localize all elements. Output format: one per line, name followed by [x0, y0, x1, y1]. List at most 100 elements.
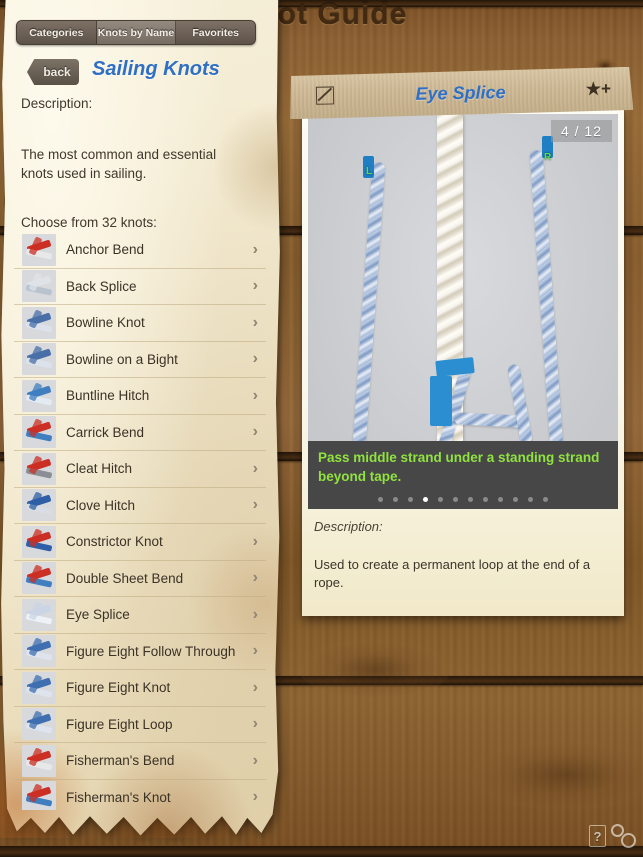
chevron-right-icon: › [252, 715, 258, 733]
chevron-right-icon: › [252, 386, 258, 404]
knot-thumbnail [22, 489, 56, 522]
knot-list-item[interactable]: Cleat Hitch › [14, 451, 266, 488]
knot-name-label: Clove Hitch [66, 497, 136, 513]
chevron-right-icon: › [252, 605, 258, 623]
knot-list-item[interactable]: Figure Eight Knot › [14, 670, 266, 707]
knot-thumbnail [22, 525, 56, 558]
knot-name-label: Constrictor Knot [66, 534, 163, 550]
chevron-right-icon: › [252, 496, 258, 514]
page-dot[interactable] [438, 497, 443, 502]
knot-thumbnail [22, 781, 56, 810]
chevron-right-icon: › [252, 313, 258, 331]
knot-name-label: Anchor Bend [66, 242, 145, 258]
chevron-right-icon: › [252, 423, 258, 441]
knot-thumbnail [22, 671, 56, 704]
page-dot[interactable] [483, 497, 488, 502]
knot-list-item[interactable]: Fisherman's Bend › [14, 743, 266, 780]
knot-list-item[interactable]: Constrictor Knot › [14, 524, 266, 561]
page-dot[interactable] [423, 497, 428, 502]
tab-knots-by-name[interactable]: Knots by Name [96, 21, 177, 44]
knot-step-photo[interactable]: L R 4 / 12 [308, 114, 618, 494]
page-title: Sailing Knots [92, 58, 220, 80]
knot-thumbnail [22, 270, 56, 303]
knot-name-label: Bowline on a Bight [66, 351, 178, 367]
knot-thumbnail [22, 306, 56, 339]
help-button[interactable]: ? [589, 825, 606, 847]
knot-name-label: Figure Eight Follow Through [66, 643, 236, 659]
knot-list-item[interactable]: Eye Splice › [14, 597, 266, 634]
knot-name-label: Eye Splice [66, 607, 130, 623]
knot-thumbnail [22, 416, 56, 449]
knot-name-label: Buntline Hitch [66, 388, 150, 404]
knot-list-item[interactable]: Back Splice › [14, 269, 266, 305]
knot-list-item[interactable]: Carrick Bend › [14, 415, 266, 451]
step-caption-bar: Pass middle strand under a standing stra… [308, 441, 618, 509]
tab-categories[interactable]: Categories [17, 21, 97, 44]
knot-list-item[interactable]: Double Sheet Bend › [14, 561, 266, 597]
knot-name-label: Figure Eight Loop [66, 716, 173, 732]
page-dot[interactable] [378, 497, 383, 502]
chevron-right-icon: › [252, 751, 258, 769]
page-dot[interactable] [498, 497, 503, 502]
chevron-right-icon: › [252, 459, 258, 477]
categories-panel: Categories Knots by Name Favorites back … [0, 0, 281, 838]
knot-list-item[interactable]: Bowline on a Bight › [14, 342, 266, 378]
knot-thumbnail [22, 233, 56, 266]
knot-list-item[interactable]: Figure Eight Follow Through › [14, 634, 266, 670]
loop-strand-right [507, 363, 533, 445]
step-counter-badge: 4 / 12 [550, 120, 612, 142]
knot-thumbnail [22, 598, 56, 631]
left-strand [351, 161, 386, 463]
page-dot[interactable] [453, 497, 458, 502]
tab-favorites[interactable]: Favorites [176, 21, 255, 44]
knot-thumbnail [22, 379, 56, 412]
knot-name-label: Cleat Hitch [66, 461, 133, 477]
page-dot[interactable] [513, 497, 518, 502]
chevron-right-icon: › [252, 240, 258, 258]
description-label: Description: [21, 96, 93, 111]
knot-thumbnail [22, 452, 56, 485]
knot-thumbnail [22, 343, 56, 376]
knot-name-label: Back Splice [66, 278, 137, 294]
knot-detail-panel: Eye Splice ★+ L R 4 / 12 Pass middle str… [286, 62, 636, 624]
add-favorite-star-icon[interactable]: ★+ [586, 79, 612, 99]
page-dot[interactable] [528, 497, 533, 502]
left-strand-label: L [366, 166, 373, 177]
settings-gears-icon[interactable] [611, 824, 637, 848]
page-dot[interactable] [468, 497, 473, 502]
knot-list-item[interactable]: Buntline Hitch › [14, 378, 266, 415]
knot-list-item[interactable]: Anchor Bend › [14, 232, 266, 269]
knot-thumbnail [22, 744, 56, 777]
chevron-right-icon: › [252, 277, 258, 295]
knot-name-label: Carrick Bend [66, 424, 145, 440]
chevron-right-icon: › [252, 532, 258, 550]
knot-name-label: Fisherman's Bend [66, 753, 175, 769]
page-dot[interactable] [543, 497, 548, 502]
knot-name-label: Bowline Knot [66, 315, 145, 331]
page-dots[interactable] [308, 497, 618, 502]
right-strand [529, 149, 564, 451]
page-dot[interactable] [408, 497, 413, 502]
chevron-right-icon: › [252, 788, 258, 806]
page-dot[interactable] [393, 497, 398, 502]
knot-list-item[interactable]: Fisherman's Knot › [14, 780, 266, 810]
detail-description-text: Used to create a permanent loop at the e… [314, 557, 591, 590]
knot-list-item[interactable]: Clove Hitch › [14, 488, 266, 524]
back-button[interactable]: back [27, 59, 79, 85]
loop-strand-bottom [453, 412, 525, 428]
knot-list-item[interactable]: Bowline Knot › [14, 305, 266, 342]
knot-list[interactable]: Anchor Bend › Back Splice › Bowline Knot › Bow… [14, 232, 266, 810]
knot-thumbnail [22, 708, 56, 741]
right-strand-label: R [544, 152, 552, 163]
segmented-tab-bar[interactable]: Categories Knots by Name Favorites [16, 20, 256, 45]
knot-list-item[interactable]: Figure Eight Loop › [14, 707, 266, 743]
knot-count-label: Choose from 32 knots: [21, 215, 157, 230]
chevron-right-icon: › [252, 350, 258, 368]
chevron-right-icon: › [252, 569, 258, 587]
chevron-right-icon: › [252, 678, 258, 696]
knot-name-label: Fisherman's Knot [66, 789, 171, 805]
chevron-right-icon: › [252, 642, 258, 660]
knot-name-label: Figure Eight Knot [66, 680, 171, 696]
knot-title: Eye Splice [415, 82, 506, 104]
detail-description-label: Description: [314, 519, 383, 534]
